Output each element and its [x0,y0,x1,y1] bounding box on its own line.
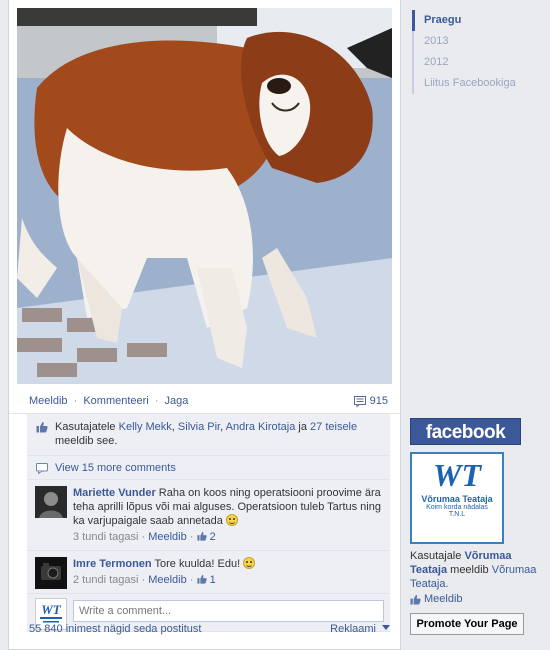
comment-author-link[interactable]: Mariette Vunder [73,487,156,499]
avatar-image [35,557,67,589]
page-logo-letters: WT [433,457,481,493]
page-like-label: Meeldib [424,593,463,605]
dog-photo-image [17,8,392,384]
comment-item: Imre Termonen Tore kuulda! Edu! 2 tundi … [27,551,390,594]
smiley-icon [225,514,238,526]
liker-link[interactable]: Silvia Pir [178,421,220,433]
comment-input[interactable] [73,600,384,622]
likes-summary: Kasutajatele Kelly Mekk, Silvia Pir, And… [27,414,390,456]
thumbs-up-icon [36,422,48,433]
svg-text:WT: WT [41,602,62,617]
comment-like-count-value: 2 [209,531,216,543]
comment-count[interactable]: 915 [353,395,388,407]
timeline-item-joined[interactable]: Liitus Facebookiga [412,73,542,94]
likes-conjunction: ja [298,421,307,433]
story-photo[interactable] [17,8,392,384]
page-logo-sub: T.N.L [448,511,466,518]
thumbs-up-icon [196,574,207,584]
timeline-item-now[interactable]: Praegu [412,10,542,31]
commenter-avatar[interactable] [35,486,67,518]
comment-like-link[interactable]: Meeldib [148,531,187,543]
smiley-icon [243,557,256,569]
story-action-bar: Meeldib · Kommenteeri · Jaga 915 [9,390,400,414]
action-separator: · [73,395,78,407]
ads-menu[interactable]: Reklaami [330,623,390,635]
page-like-button[interactable]: Meeldib [410,593,540,605]
like-text-suffix: meeldib [450,564,489,576]
comment-like-count-value: 1 [209,574,216,586]
story-footer: 55 840 inimest nägid seda postitust Rekl… [29,620,390,638]
page-like-text: Kasutajale Võrumaa Teataja meeldib Võrum… [410,549,540,591]
comment-item: Mariette Vunder Raha on koos ning operat… [27,480,390,551]
view-more-row[interactable]: View 15 more comments [27,456,390,480]
timeline-item-2012[interactable]: 2012 [412,52,542,73]
comment-count-value: 915 [369,395,388,407]
page-logo-tagline: Koim korda nädalas [426,504,488,511]
comment-like-count[interactable]: 2 [196,531,216,543]
action-separator: · [154,395,159,407]
avatar-image [35,486,67,518]
feedback-section: Kasutajatele Kelly Mekk, Silvia Pir, And… [27,414,390,632]
comment-text: Tore kuulda! Edu! [154,558,241,570]
comment-bubble-icon [353,395,366,407]
promote-page-button[interactable]: Promote Your Page [410,613,524,635]
comment-like-count[interactable]: 1 [196,574,216,586]
timeline-nav: Praegu 2013 2012 Liitus Facebookiga [412,10,542,94]
others-link[interactable]: 27 teisele [310,421,357,433]
like-text-prefix: Kasutajale [410,550,462,562]
likes-prefix: Kasutajatele [55,421,116,433]
thumbs-up-icon [410,594,421,605]
ads-label: Reklaami [330,623,376,635]
share-link[interactable]: Jaga [165,395,189,407]
thumbs-up-icon [196,531,207,541]
page-logo-name: Võrumaa Teataja [421,494,493,504]
seen-count-link[interactable]: 55 840 inimest nägid seda postitust [29,623,201,635]
commenter-avatar[interactable] [35,557,67,589]
like-link[interactable]: Meeldib [29,395,68,407]
comment-author-link[interactable]: Imre Termonen [73,558,152,570]
liker-link[interactable]: Andra Kirotaja [226,421,296,433]
likes-suffix: meeldib see. [55,435,118,447]
feed-story: Meeldib · Kommenteeri · Jaga 915 Kasutaj… [8,0,401,650]
page-logo[interactable]: WT Võrumaa Teataja Koim korda nädalas T.… [410,452,504,544]
timeline-item-2013[interactable]: 2013 [412,31,542,52]
comment-link[interactable]: Kommenteeri [83,395,148,407]
chat-bubble-icon [36,463,48,474]
facebook-logo[interactable]: facebook [410,418,521,445]
chevron-down-icon [382,625,390,630]
comment-time[interactable]: 2 tundi tagasi [73,574,138,586]
comment-like-link[interactable]: Meeldib [148,574,187,586]
facebook-like-box: facebook WT Võrumaa Teataja Koim korda n… [410,418,540,635]
view-more-comments-link[interactable]: View 15 more comments [55,462,176,474]
comment-time[interactable]: 3 tundi tagasi [73,531,138,543]
liker-link[interactable]: Kelly Mekk [119,421,172,433]
